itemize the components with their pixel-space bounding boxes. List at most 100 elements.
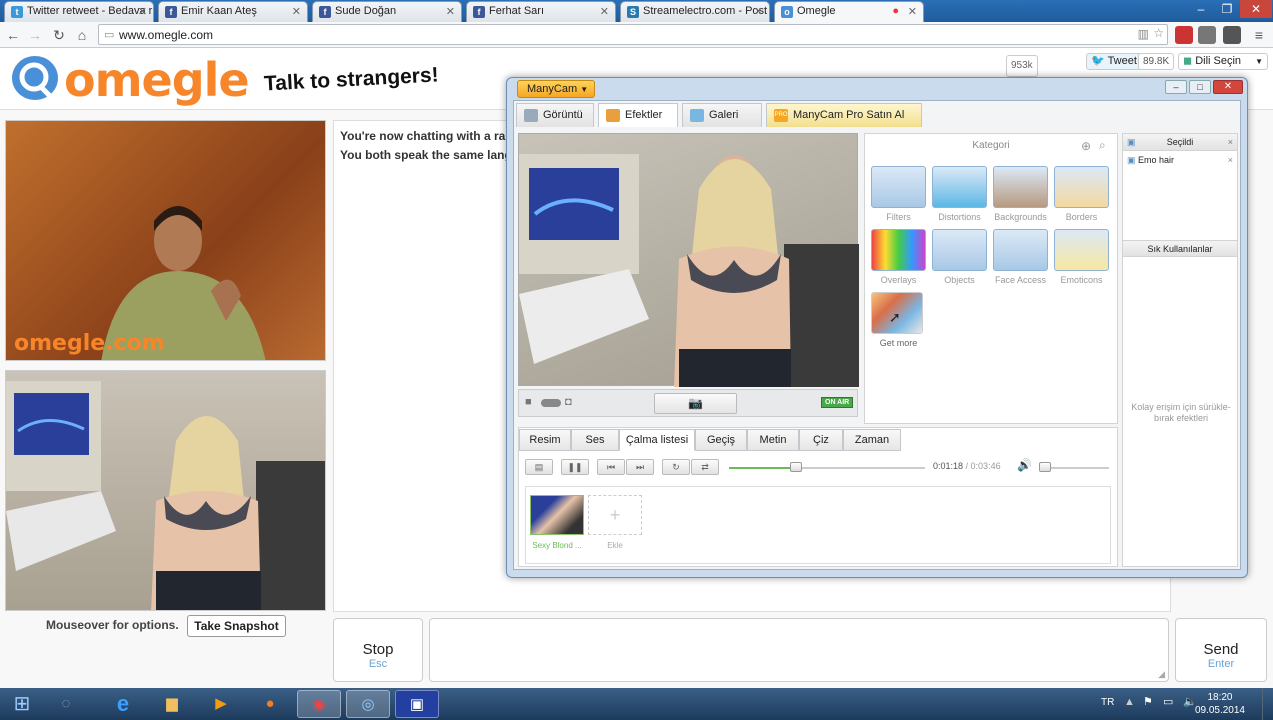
close-icon[interactable]: ✕ (600, 5, 609, 18)
reload-icon[interactable]: ↻ (50, 26, 68, 44)
file-explorer-icon[interactable]: ▆ (150, 690, 194, 718)
category-emoticons[interactable]: Emoticons (1054, 229, 1109, 285)
snapshot-button[interactable]: 📷 (654, 393, 737, 414)
clock[interactable]: 18:20 09.05.2014 (1195, 691, 1245, 717)
maximize-icon[interactable]: □ (1189, 80, 1211, 94)
subtab-zaman[interactable]: Zaman (843, 429, 901, 451)
forward-icon[interactable]: → (26, 26, 44, 44)
category-filters[interactable]: Filters (871, 166, 926, 222)
subtab-metin[interactable]: Metin (747, 429, 799, 451)
message-input[interactable]: ◢ (429, 618, 1169, 682)
remove-icon[interactable]: × (1228, 155, 1233, 165)
volume-handle[interactable] (1039, 462, 1051, 472)
tab-buy-pro[interactable]: PRO ManyCam Pro Satın Al (766, 103, 922, 127)
home-icon[interactable]: ⌂ (73, 26, 91, 44)
category-backgrounds[interactable]: Backgrounds (993, 166, 1048, 222)
progress-track[interactable] (729, 462, 925, 472)
search-icon[interactable]: ⌕ (1099, 138, 1106, 153)
bookmark-star-icon[interactable]: ☆ (1153, 26, 1164, 40)
language-indicator[interactable]: TR (1101, 697, 1114, 708)
playlist-item[interactable]: Sexy Blond ... (530, 495, 584, 550)
progress-handle[interactable] (789, 462, 802, 472)
send-key-hint: Enter (1207, 658, 1235, 670)
media-player-icon[interactable]: ▶ (199, 690, 243, 718)
browser-tab[interactable]: f Ferhat Sarı ✕ (466, 1, 616, 22)
shuffle-icon[interactable]: ⇄ (691, 459, 719, 475)
tray-up-icon[interactable]: ▲ (1124, 696, 1135, 708)
category-borders[interactable]: Borders (1054, 166, 1109, 222)
extension-icon[interactable] (1198, 26, 1216, 44)
next-icon[interactable]: ⏭ (626, 459, 654, 475)
send-button[interactable]: Send Enter (1175, 618, 1267, 682)
app-taskbar-icon[interactable]: ▣ (395, 690, 439, 718)
language-select[interactable]: ◼ Dili Seçin ▼ (1178, 53, 1268, 70)
volume-icon[interactable]: 🔊 (1017, 458, 1032, 472)
pause-icon[interactable]: ❚❚ (561, 459, 589, 475)
take-snapshot-button[interactable]: Take Snapshot (187, 615, 286, 637)
previous-icon[interactable]: ⏮ (597, 459, 625, 475)
close-icon[interactable]: ✕ (138, 5, 147, 18)
firefox-icon[interactable]: ● (248, 690, 292, 718)
close-window-icon[interactable]: ✕ (1240, 0, 1272, 18)
folder-icon (871, 166, 926, 208)
add-icon[interactable]: ⊕ (1081, 139, 1091, 153)
tab-title: Ferhat Sarı (489, 5, 545, 17)
close-icon[interactable]: ✕ (292, 5, 301, 18)
network-icon[interactable]: ▭ (1163, 695, 1173, 708)
maximize-icon[interactable]: ❐ (1214, 0, 1240, 18)
tab-goruntu[interactable]: Görüntü (516, 103, 594, 127)
omegle-logo[interactable]: omegle (64, 53, 250, 107)
url-bar[interactable]: ▭ www.omegle.com ▥ ☆ (98, 24, 1168, 45)
manycam-taskbar-icon[interactable]: ◎ (346, 690, 390, 718)
photo-camera-icon[interactable]: ◘ (565, 396, 572, 408)
flag-icon[interactable]: ⚑ (1143, 695, 1153, 708)
menu-icon[interactable]: ≡ (1250, 26, 1268, 44)
page-action-icon[interactable]: ▥ (1138, 27, 1149, 41)
resize-handle-icon[interactable]: ◢ (1158, 669, 1165, 680)
close-icon[interactable]: ✕ (754, 5, 763, 18)
browser-tab[interactable]: f Emir Kaan Ateş ✕ (158, 1, 308, 22)
stranger-video: omegle.com (5, 120, 326, 361)
close-icon[interactable]: ✕ (446, 5, 455, 18)
subtab-ciz[interactable]: Çiz (799, 429, 843, 451)
selected-effect-item[interactable]: ▣ Emo hair × (1127, 155, 1233, 166)
category-overlays[interactable]: Overlays (871, 229, 926, 285)
manycam-menu-button[interactable]: ManyCam ▼ (517, 80, 595, 98)
back-icon[interactable]: ← (4, 26, 22, 44)
subtab-ses[interactable]: Ses (571, 429, 619, 451)
internet-explorer-icon[interactable]: e (101, 690, 145, 718)
browser-tab[interactable]: t Twitter retweet - Bedava r ✕ (4, 1, 154, 22)
close-icon[interactable]: ✕ (908, 5, 917, 18)
tweet-button[interactable]: 🐦 Tweet (1086, 53, 1142, 70)
show-desktop-button[interactable] (1262, 688, 1273, 720)
browser-tab[interactable]: f Sude Doğan ✕ (312, 1, 462, 22)
close-icon[interactable]: × (1228, 134, 1233, 151)
category-distortions[interactable]: Distortions (932, 166, 987, 222)
playlist-list-icon[interactable]: ▤ (525, 459, 553, 475)
video-camera-icon[interactable]: ■ (525, 396, 532, 408)
volume-slider[interactable] (1039, 462, 1109, 472)
repeat-icon[interactable]: ↻ (662, 459, 690, 475)
browser-tab[interactable]: S Streamelectro.com - Post ✕ (620, 1, 770, 22)
tab-galeri[interactable]: Galeri (682, 103, 762, 127)
category-objects[interactable]: Objects (932, 229, 987, 285)
toggle-switch[interactable] (541, 399, 561, 407)
add-playlist-item[interactable]: + Ekle (588, 495, 642, 550)
category-face-access[interactable]: Face Access (993, 229, 1048, 285)
start-button[interactable]: ⊞ (2, 690, 42, 718)
close-icon[interactable]: ✕ (1213, 80, 1243, 94)
minimize-icon[interactable]: – (1165, 80, 1187, 94)
adblock-icon[interactable] (1175, 26, 1193, 44)
stop-button[interactable]: Stop Esc (333, 618, 423, 682)
subtab-gecis[interactable]: Geçiş (695, 429, 747, 451)
camera-extension-icon[interactable] (1223, 26, 1241, 44)
browser-tab-active[interactable]: o Omegle ● ✕ (774, 1, 924, 22)
subtab-calma-listesi[interactable]: Çalma listesi (619, 429, 695, 451)
minimize-icon[interactable]: – (1188, 0, 1214, 18)
tab-efektler[interactable]: Efektler (598, 103, 678, 127)
subtab-resim[interactable]: Resim (519, 429, 571, 451)
manycam-preview (518, 133, 859, 387)
chrome-icon[interactable]: ◉ (297, 690, 341, 718)
pinned-app-icon[interactable]: ◌ (44, 690, 88, 718)
mouse-cursor-icon: ➚ (889, 309, 901, 325)
